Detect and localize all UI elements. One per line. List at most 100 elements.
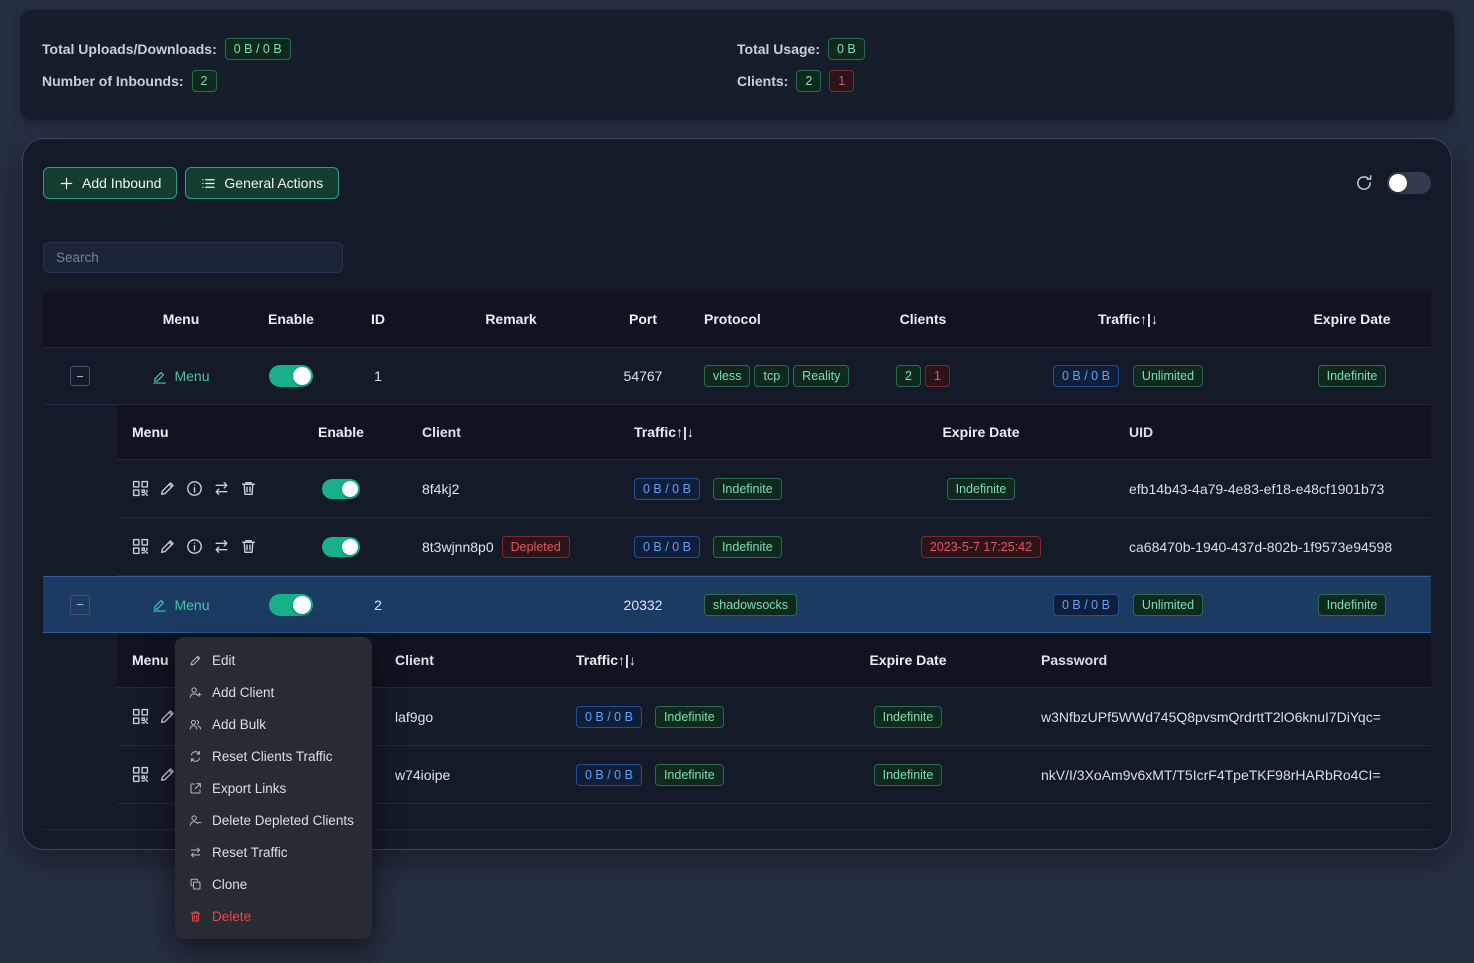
stat-clients: Clients: 2 1	[737, 70, 1432, 92]
reset-client-traffic-icon[interactable]	[213, 538, 230, 555]
inbound-2-enable-toggle[interactable]	[269, 594, 313, 616]
client-traffic-total: Indefinite	[713, 536, 782, 558]
edit-client-icon[interactable]	[159, 480, 176, 497]
qr-code-icon[interactable]	[132, 480, 149, 497]
inbound-1-enable-toggle[interactable]	[269, 365, 313, 387]
edit-client-icon[interactable]	[159, 538, 176, 555]
delete-client-icon[interactable]	[240, 480, 257, 497]
context-menu-export-links[interactable]: Export Links	[175, 772, 372, 804]
client-name: 8t3wjnn8p0	[422, 539, 494, 555]
inbound-1-traffic-total: Unlimited	[1133, 365, 1203, 387]
copy-icon	[189, 878, 202, 891]
toolbar-right	[1355, 172, 1431, 194]
client-header-password: Password	[1033, 652, 1431, 668]
client-row-8t3wjnn8p0: 8t3wjnn8p0 Depleted 0 B / 0 B Indefinite…	[117, 518, 1431, 576]
stat-total-uploads-downloads: Total Uploads/Downloads: 0 B / 0 B	[42, 38, 737, 60]
inbound-2-expire-badge: Indefinite	[1318, 594, 1387, 616]
client-uid: efb14b43-4a79-4e83-ef18-e48cf1901b73	[1111, 481, 1431, 497]
context-menu-reset-traffic[interactable]: Reset Traffic	[175, 836, 372, 868]
context-menu-delete[interactable]: Delete	[175, 900, 372, 932]
client-enable-toggle[interactable]	[322, 479, 360, 499]
total-uploads-downloads-label: Total Uploads/Downloads:	[42, 41, 217, 57]
swap-icon	[189, 846, 202, 859]
user-delete-icon	[189, 814, 202, 827]
header-enable: Enable	[245, 311, 337, 327]
stat-number-of-inbounds: Number of Inbounds: 2	[42, 70, 737, 92]
client-header-menu: Menu	[117, 424, 301, 440]
client-header-client: Client	[373, 652, 553, 668]
client-actions	[117, 538, 301, 555]
delete-client-icon[interactable]	[240, 538, 257, 555]
inbound-2-menu-label: Menu	[174, 597, 209, 613]
context-menu-add-client[interactable]: Add Client	[175, 676, 372, 708]
qr-code-icon[interactable]	[132, 766, 149, 783]
header-clients: Clients	[863, 311, 983, 327]
client-header-traffic: Traffic↑|↓	[611, 424, 851, 440]
context-menu-add-client-label: Add Client	[212, 685, 274, 700]
transport-badge: tcp	[754, 365, 789, 387]
general-actions-button[interactable]: General Actions	[185, 167, 339, 199]
client-header-client: Client	[381, 424, 611, 440]
context-menu-clone[interactable]: Clone	[175, 868, 372, 900]
add-inbound-button[interactable]: Add Inbound	[43, 167, 177, 199]
client-row-8f4kj2: 8f4kj2 0 B / 0 B Indefinite Indefinite e…	[117, 460, 1431, 518]
refresh-button[interactable]	[1355, 174, 1373, 192]
client-password: w3NfbzUPf5WWd745Q8pvsmQrdrttT2lO6knuI7Di…	[1033, 709, 1431, 725]
client-header-expire: Expire Date	[851, 424, 1111, 440]
header-remark: Remark	[419, 311, 603, 327]
client-name: laf9go	[395, 709, 433, 725]
total-uploads-downloads-value: 0 B / 0 B	[225, 38, 291, 60]
clients-depleted-count: 1	[829, 70, 854, 92]
inbound-1-traffic-updown: 0 B / 0 B	[1053, 365, 1119, 387]
collapse-inbound-2-button[interactable]: −	[70, 595, 90, 615]
refresh-icon	[1355, 174, 1373, 192]
user-add-icon	[189, 686, 202, 699]
info-icon[interactable]	[186, 538, 203, 555]
client-traffic-updown: 0 B / 0 B	[634, 478, 700, 500]
plus-icon	[59, 176, 74, 191]
inbound-1-menu-trigger[interactable]: Menu	[152, 368, 209, 384]
inbound-1-clients-table: Menu Enable Client Traffic↑|↓ Expire Dat…	[117, 405, 1431, 576]
inbound-2-menu-trigger[interactable]: Menu	[152, 597, 209, 613]
inbound-2-traffic-updown: 0 B / 0 B	[1053, 594, 1119, 616]
collapse-inbound-1-button[interactable]: −	[70, 366, 90, 386]
inbound-1-clients-section: Menu Enable Client Traffic↑|↓ Expire Dat…	[43, 405, 1431, 576]
edit-icon	[152, 369, 167, 384]
header-id: ID	[337, 311, 419, 327]
client-header-uid: UID	[1111, 424, 1431, 440]
edit-client-icon[interactable]	[159, 708, 176, 725]
client-name: 8f4kj2	[422, 481, 459, 497]
auto-refresh-toggle[interactable]	[1387, 172, 1431, 194]
clients-table-1-header: Menu Enable Client Traffic↑|↓ Expire Dat…	[117, 405, 1431, 460]
user-group-add-icon	[189, 718, 202, 731]
context-menu-edit[interactable]: Edit	[175, 644, 372, 676]
client-actions	[117, 480, 301, 497]
client-enable-toggle[interactable]	[322, 537, 360, 557]
client-header-enable: Enable	[301, 424, 381, 440]
client-header-traffic: Traffic↑|↓	[553, 652, 783, 668]
total-usage-value: 0 B	[828, 38, 865, 60]
header-protocol: Protocol	[683, 311, 863, 327]
search-row	[43, 242, 1431, 273]
context-menu-delete-label: Delete	[212, 909, 251, 924]
toolbar: Add Inbound General Actions	[43, 167, 1431, 199]
trash-icon	[189, 910, 202, 923]
search-input[interactable]	[43, 242, 343, 273]
context-menu-reset-clients-traffic[interactable]: Reset Clients Traffic	[175, 740, 372, 772]
context-menu-add-bulk[interactable]: Add Bulk	[175, 708, 372, 740]
protocol-badge: vless	[704, 365, 750, 387]
context-menu-edit-label: Edit	[212, 653, 235, 668]
inbound-context-menu: Edit Add Client Add Bulk Reset Clients T…	[175, 637, 372, 939]
qr-code-icon[interactable]	[132, 538, 149, 555]
inbound-2-port: 20332	[603, 597, 683, 613]
edit-client-icon[interactable]	[159, 766, 176, 783]
inbound-row-1: − Menu 1 54767 vless tcp Reality 2 1 0	[43, 348, 1431, 405]
client-traffic-updown: 0 B / 0 B	[576, 706, 642, 728]
inbound-1-menu-label: Menu	[174, 368, 209, 384]
inbound-1-port: 54767	[603, 368, 683, 384]
qr-code-icon[interactable]	[132, 708, 149, 725]
reset-client-traffic-icon[interactable]	[213, 480, 230, 497]
info-icon[interactable]	[186, 480, 203, 497]
inbounds-table-header: Menu Enable ID Remark Port Protocol Clie…	[43, 291, 1431, 348]
context-menu-delete-depleted-clients[interactable]: Delete Depleted Clients	[175, 804, 372, 836]
